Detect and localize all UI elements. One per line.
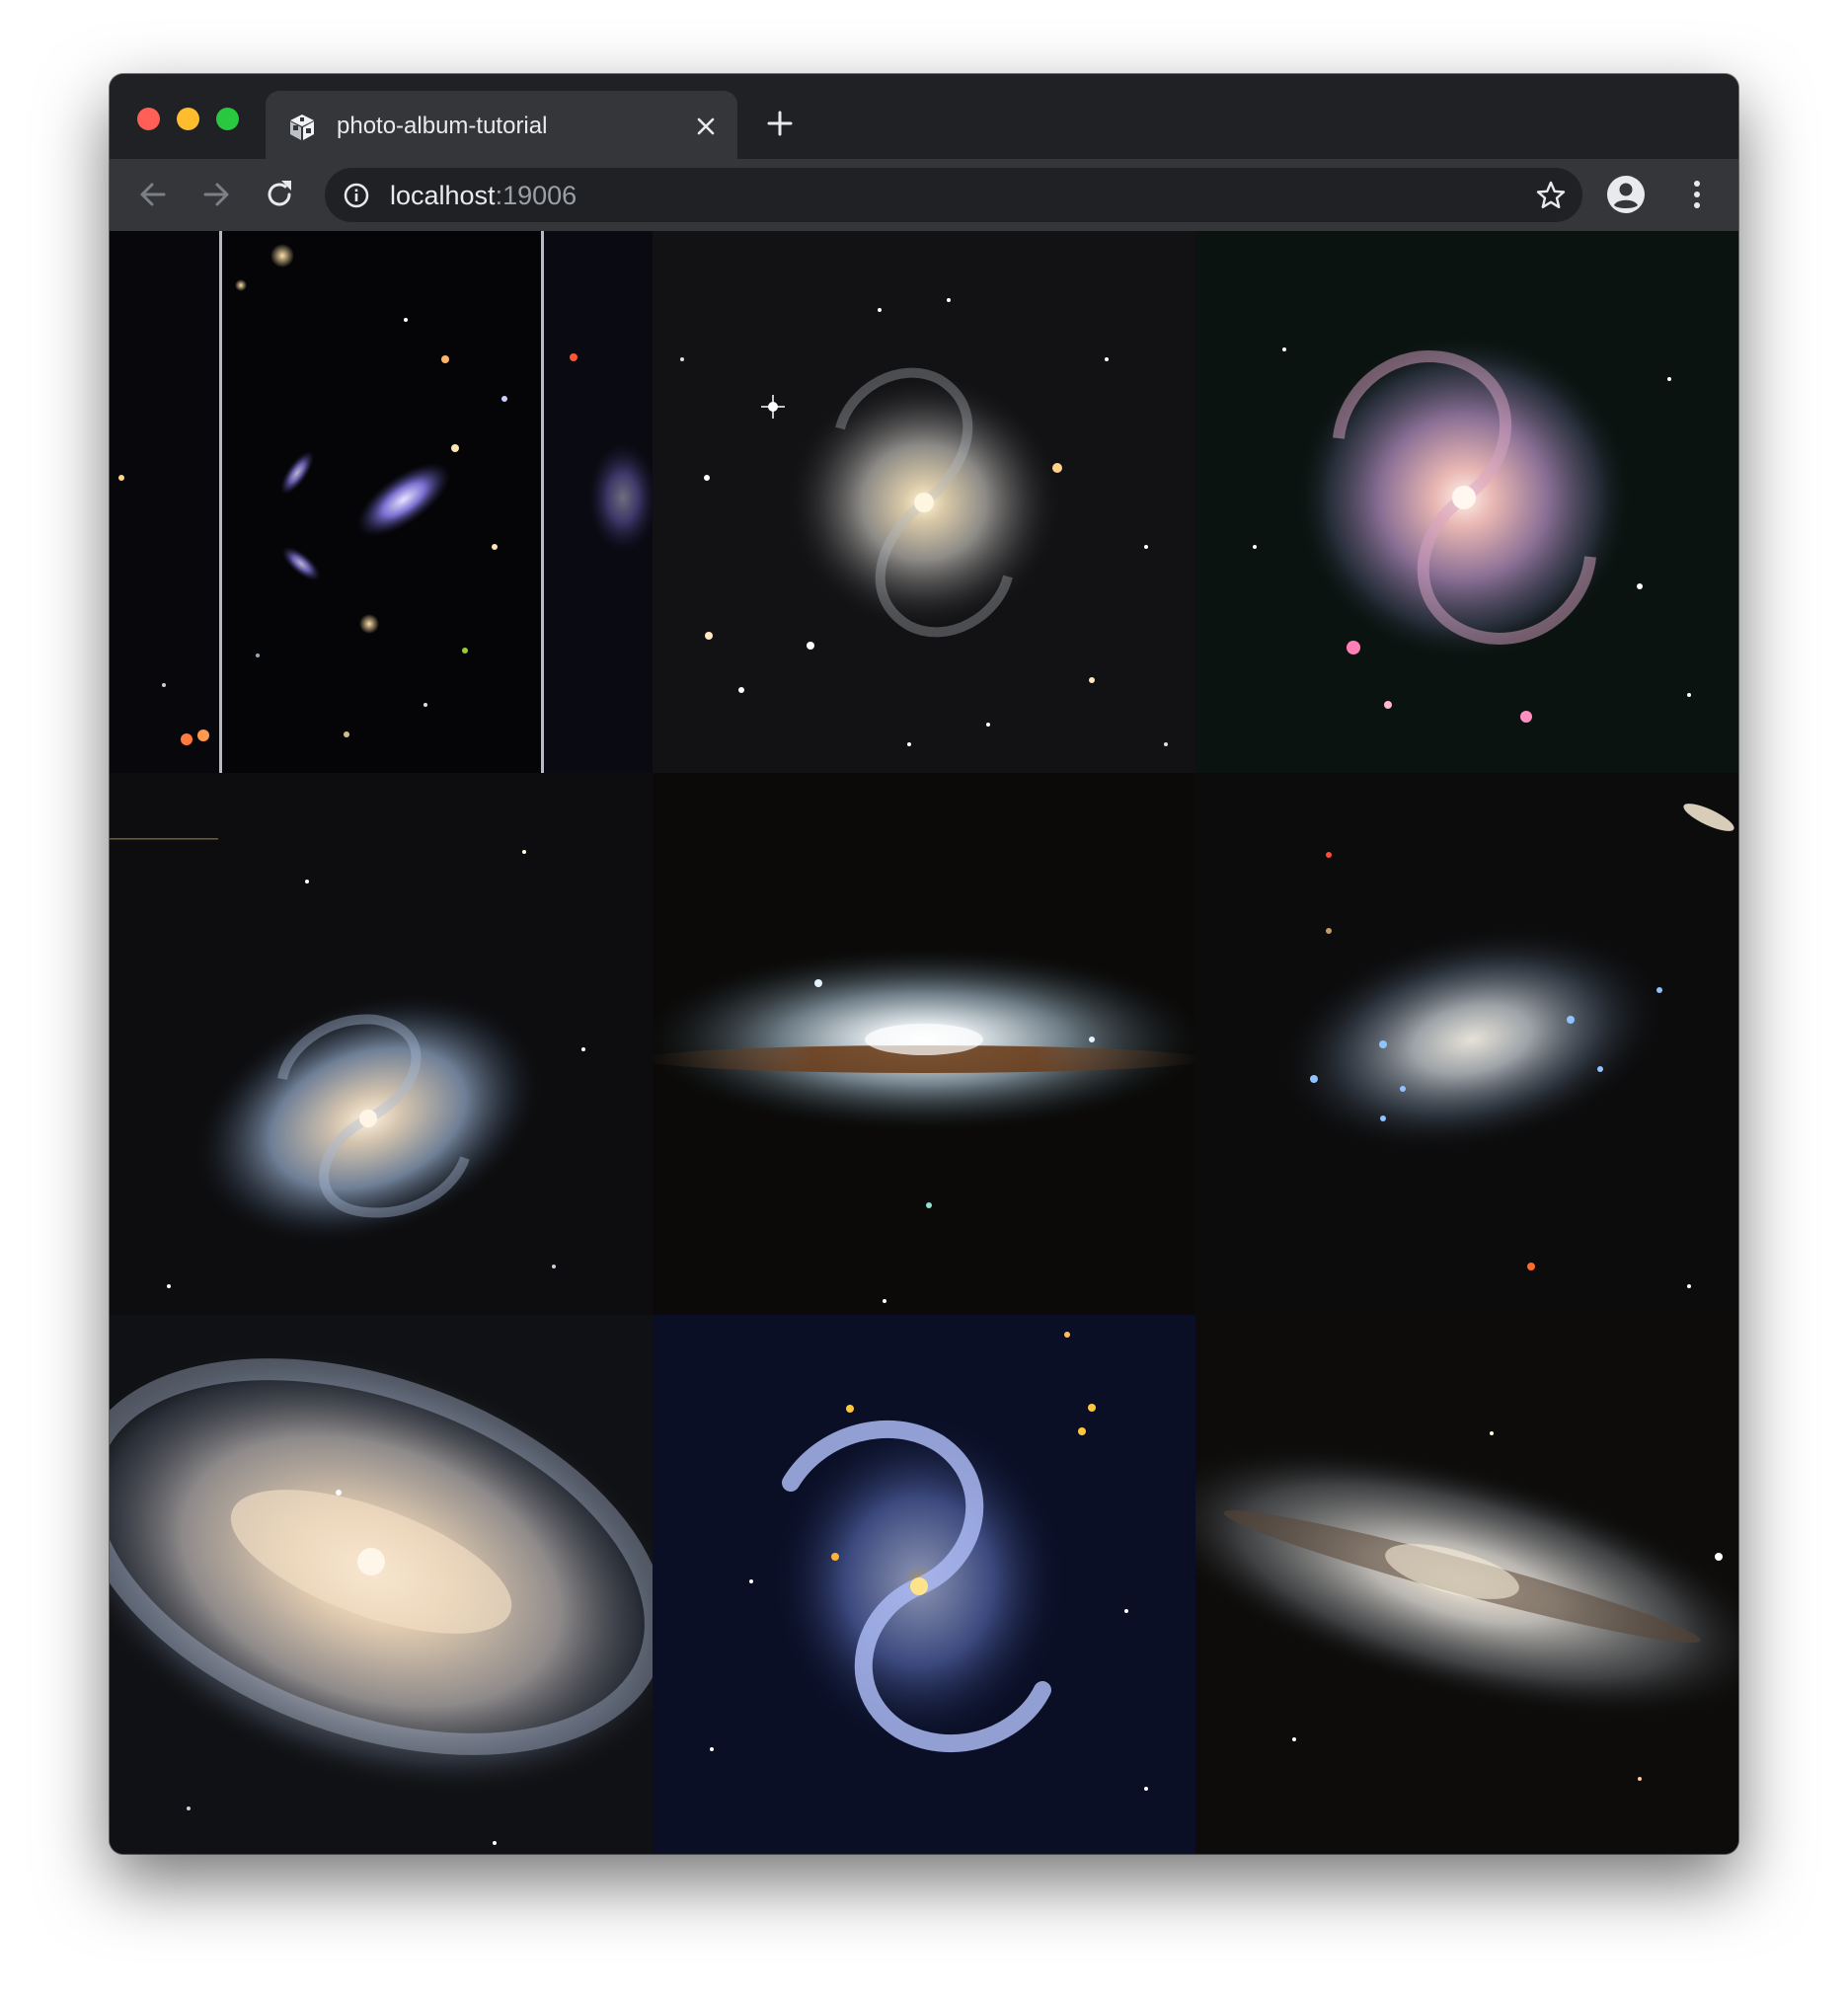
url-text: localhost:19006	[390, 181, 577, 210]
info-icon[interactable]	[343, 182, 370, 209]
gallery-photo-edge-on-galaxy[interactable]	[653, 773, 1195, 1315]
url-host: localhost	[390, 181, 496, 210]
expo-cube-icon	[290, 115, 314, 140]
close-window-button[interactable]	[137, 108, 160, 130]
arrow-right-icon[interactable]	[198, 177, 234, 212]
gallery-photo-edge-on-spiral-galaxy[interactable]	[1195, 1315, 1738, 1854]
gallery-photo-irregular-galaxy[interactable]	[1195, 773, 1738, 1315]
gallery-photo-deep-field-galaxy[interactable]	[110, 231, 653, 773]
photo-grid	[110, 231, 1738, 1854]
title-bar: photo-album-tutorial	[110, 74, 1738, 159]
tab-photo-album-tutorial[interactable]: photo-album-tutorial	[266, 91, 737, 159]
traffic-lights	[137, 108, 239, 130]
gallery-photo-ultraviolet-spiral-galaxy[interactable]	[653, 1315, 1195, 1854]
toolbar: localhost:19006	[110, 159, 1738, 231]
address-bar[interactable]: localhost:19006	[325, 168, 1582, 222]
minimize-window-button[interactable]	[177, 108, 199, 130]
gallery-photo-tilted-spiral-galaxy[interactable]	[110, 773, 653, 1315]
zoom-window-button[interactable]	[216, 108, 239, 130]
account-circle-icon[interactable]	[1606, 175, 1646, 214]
plus-icon[interactable]	[765, 109, 795, 138]
gallery-photo-barred-spiral-galaxy[interactable]	[110, 1315, 653, 1854]
close-icon[interactable]	[694, 115, 718, 138]
url-port: :19006	[495, 181, 578, 210]
reload-icon[interactable]	[262, 177, 297, 212]
kebab-menu-icon[interactable]	[1679, 177, 1715, 212]
star-icon[interactable]	[1535, 180, 1567, 211]
gallery-photo-pink-spiral-galaxy[interactable]	[1195, 231, 1738, 773]
browser-window: photo-album-tutorial localhost:19006	[110, 74, 1738, 1854]
gallery-photo-spiral-galaxy[interactable]	[653, 231, 1195, 773]
tab-title: photo-album-tutorial	[337, 113, 548, 139]
arrow-left-icon[interactable]	[135, 177, 171, 212]
